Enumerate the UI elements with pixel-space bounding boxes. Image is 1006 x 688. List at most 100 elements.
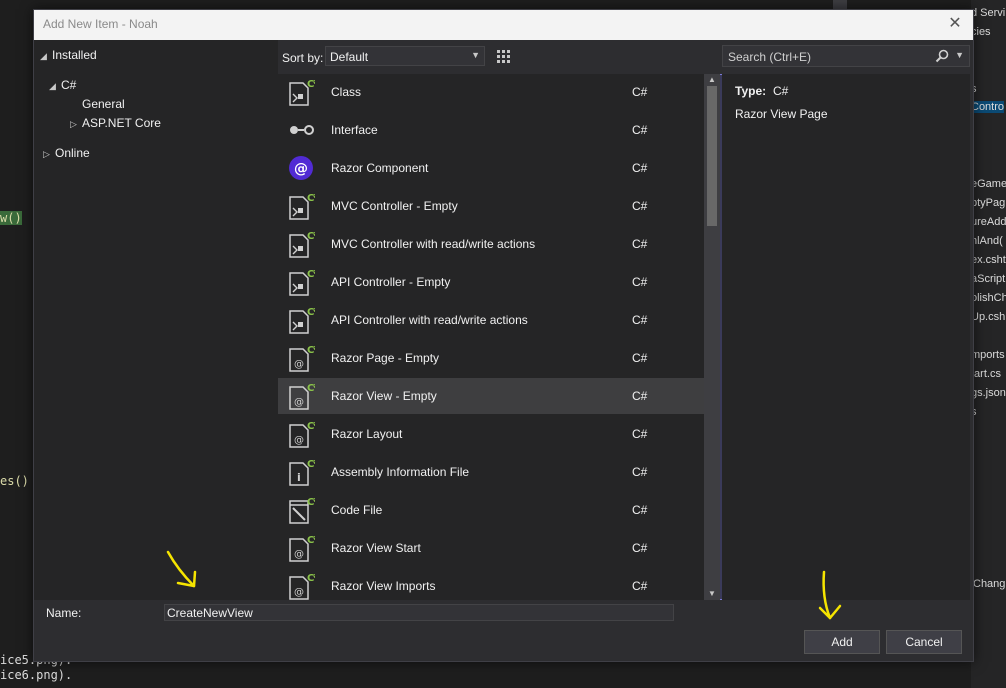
arrow-annotation-icon [818, 570, 842, 620]
template-language: C# [632, 85, 648, 99]
template-row[interactable]: @ Razor Component C# [278, 150, 704, 186]
sort-by-label: Sort by: [282, 51, 324, 65]
grid-view-button[interactable] [493, 46, 513, 66]
svg-text:#: # [313, 306, 315, 314]
search-placeholder: Search (Ctrl+E) [728, 50, 812, 64]
tree-node-installed[interactable]: ◢ Installed [40, 48, 97, 62]
svg-text:@: @ [294, 435, 304, 446]
razor-layout-icon: @C# [289, 420, 315, 448]
code-file-icon: C# [289, 496, 315, 524]
template-name: Razor View - Empty [331, 389, 437, 403]
collapse-arrow-icon: ◢ [40, 51, 47, 61]
chevron-down-icon[interactable]: ▼ [955, 50, 964, 60]
template-language: C# [632, 123, 648, 137]
category-tree: ◢ Installed ◢ C# General ▷ ASP.NET Core ▷ On… [34, 40, 278, 600]
template-language: C# [632, 389, 648, 403]
svg-text:@: @ [294, 161, 308, 177]
scroll-up-icon[interactable]: ▲ [704, 74, 720, 86]
template-row[interactable]: Interface C# [278, 112, 704, 148]
search-box[interactable]: Search (Ctrl+E) ▼ [722, 45, 970, 67]
svg-text:#: # [313, 78, 315, 86]
template-language: C# [632, 237, 648, 251]
template-name: MVC Controller - Empty [331, 199, 458, 213]
code-line: es() [0, 474, 29, 488]
template-row[interactable]: @C# Razor Layout C# [278, 416, 704, 452]
collapse-arrow-icon: ◢ [49, 81, 56, 91]
svg-text:#: # [313, 344, 315, 352]
grid-view-icon [497, 50, 510, 63]
scrollbar-thumb[interactable] [707, 86, 717, 226]
template-description: Razor View Page [735, 107, 828, 121]
template-row[interactable]: @C# Razor View Start C# [278, 530, 704, 566]
svg-text:#: # [313, 496, 315, 504]
template-name: Interface [331, 123, 378, 137]
template-language: C# [632, 161, 648, 175]
template-row[interactable]: @C# Razor View - Empty C# [278, 378, 704, 414]
sort-by-select[interactable]: Default ▼ [325, 46, 485, 66]
svg-text:#: # [313, 572, 315, 580]
template-name: Assembly Information File [331, 465, 470, 479]
type-label: Type: [735, 84, 767, 98]
name-input[interactable] [165, 605, 673, 620]
template-row[interactable]: @C# Razor Page - Empty C# [278, 340, 704, 376]
svg-text:@: @ [294, 549, 304, 560]
template-language: C# [632, 541, 648, 555]
add-button[interactable]: Add [804, 630, 880, 654]
template-list: C#ClassC#InterfaceC#@Razor ComponentC#C#… [278, 74, 720, 600]
template-name: Razor Page - Empty [331, 351, 440, 365]
template-name: MVC Controller with read/write actions [331, 237, 536, 251]
scroll-down-icon[interactable]: ▼ [704, 588, 720, 600]
svg-text:#: # [313, 230, 315, 238]
tree-node-online[interactable]: ▷ Online [43, 146, 90, 160]
dialog-titlebar: Add New Item - Noah ✕ [34, 10, 973, 40]
solution-explorer-panel: d Servi cies s Contro eGame ptyPag ureAd… [971, 0, 1006, 688]
svg-text:#: # [313, 268, 315, 276]
template-language: C# [632, 313, 648, 327]
svg-text:#: # [313, 420, 315, 428]
name-label: Name: [46, 606, 82, 620]
template-name: Class [331, 85, 362, 99]
dialog-title: Add New Item - Noah [43, 17, 158, 31]
svg-text:#: # [313, 192, 315, 200]
details-pane: Type: C# Razor View Page [722, 74, 970, 600]
template-row[interactable]: C# Code File C# [278, 492, 704, 528]
template-name: Razor View Start [331, 541, 421, 555]
tree-node-aspnet-core[interactable]: ▷ ASP.NET Core [70, 116, 161, 130]
razor-view-start-icon: @C# [289, 534, 315, 562]
tree-node-csharp[interactable]: ◢ C# [49, 78, 76, 92]
type-value: C# [773, 84, 789, 98]
tree-node-general[interactable]: General [82, 97, 125, 111]
cancel-button[interactable]: Cancel [886, 630, 962, 654]
add-new-item-dialog: Add New Item - Noah ✕ ◢ Installed ◢ C# Gen… [33, 9, 974, 662]
code-line: w() [0, 211, 22, 225]
svg-text:i: i [297, 471, 301, 484]
template-row[interactable]: C# Class C# [278, 74, 704, 110]
arrow-annotation-icon [166, 550, 197, 588]
template-row[interactable]: iC# Assembly Information File C# [278, 454, 704, 490]
template-row[interactable]: @C# Razor View Imports C# [278, 568, 704, 600]
template-name: Razor Layout [331, 427, 403, 441]
template-language: C# [632, 351, 648, 365]
svg-text:#: # [313, 534, 315, 542]
template-name: Razor Component [331, 161, 429, 175]
template-list-scrollbar[interactable]: ▲ ▼ [704, 74, 720, 600]
name-field[interactable] [164, 604, 674, 621]
template-row[interactable]: C# API Controller - Empty C# [278, 264, 704, 300]
svg-text:@: @ [294, 587, 304, 598]
template-row[interactable]: C# MVC Controller with read/write actions… [278, 226, 704, 262]
template-name: API Controller with read/write actions [331, 313, 528, 327]
search-icon[interactable] [935, 49, 949, 63]
template-row[interactable]: C# MVC Controller - Empty C# [278, 188, 704, 224]
template-name: API Controller - Empty [331, 275, 451, 289]
editor-background [0, 0, 34, 688]
template-row[interactable]: C# API Controller with read/write actions… [278, 302, 704, 338]
close-icon[interactable]: ✕ [945, 14, 965, 34]
interface-icon [290, 125, 314, 135]
controller-icon: C# [289, 306, 315, 334]
razor-view-icon: @C# [289, 382, 315, 410]
assembly-info-icon: iC# [289, 458, 315, 486]
svg-text:#: # [313, 458, 315, 466]
svg-text:@: @ [294, 359, 304, 370]
template-language: C# [632, 503, 648, 517]
template-language: C# [632, 465, 648, 479]
